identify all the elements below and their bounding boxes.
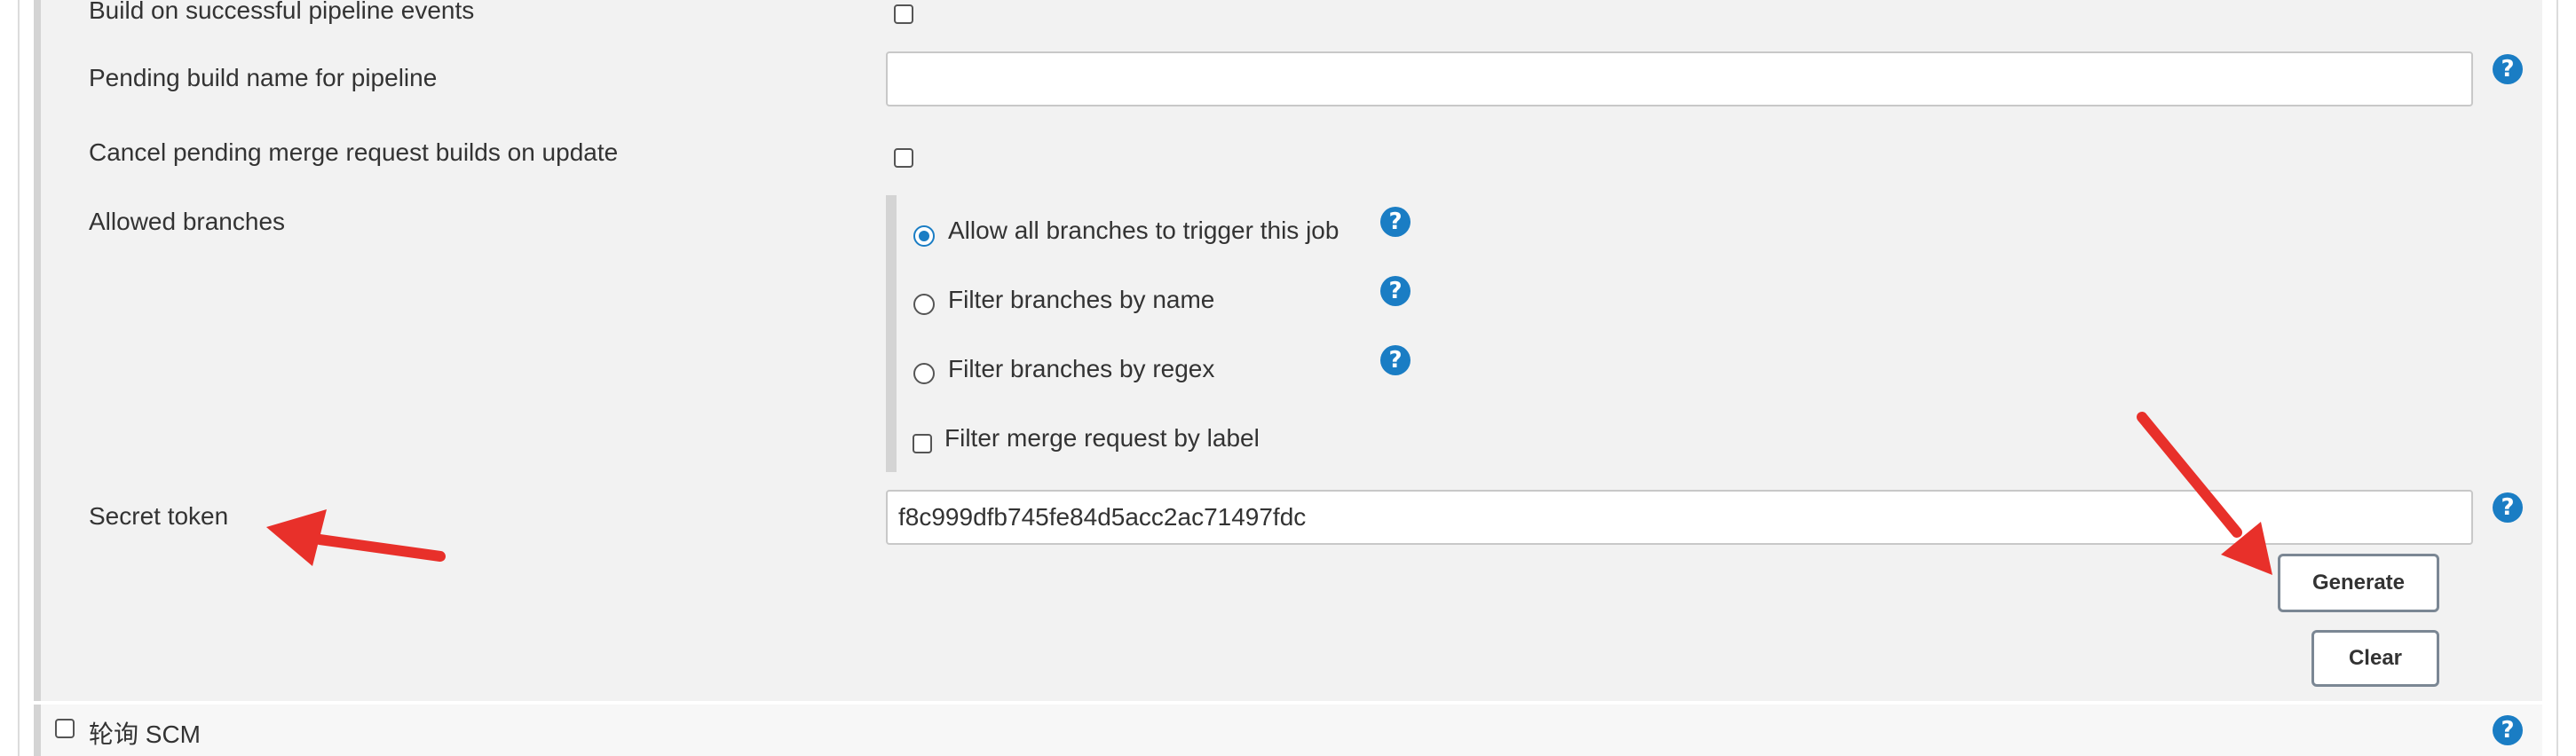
arrow-to-secret-token — [266, 509, 446, 566]
annotation-arrows — [266, 412, 2272, 575]
arrow-to-generate-button — [2137, 412, 2272, 575]
